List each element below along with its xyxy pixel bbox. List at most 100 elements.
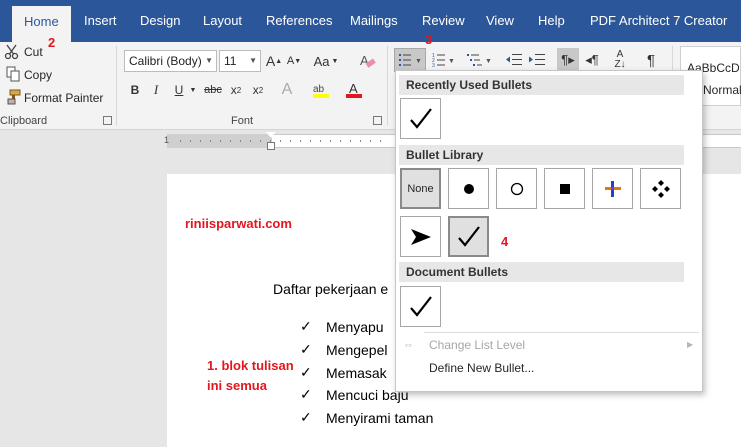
tab-help[interactable]: Help <box>538 0 565 42</box>
bullet-none-option[interactable]: None <box>400 168 441 209</box>
svg-text:▼: ▼ <box>485 58 492 65</box>
list-item[interactable]: Memasak <box>326 365 387 381</box>
copy-button[interactable]: Copy <box>24 68 52 82</box>
document-heading[interactable]: Daftar pekerjaan e <box>273 281 388 297</box>
annotation-4: 4 <box>501 234 509 249</box>
tab-references[interactable]: References <box>266 0 332 42</box>
highlight-icon[interactable]: ab <box>311 80 331 100</box>
change-list-level-label: Change List Level <box>429 338 526 352</box>
italic-button[interactable]: I <box>150 82 162 98</box>
ltr-paragraph-icon[interactable]: ¶▸ <box>557 48 579 72</box>
scissors-icon <box>4 44 20 60</box>
multilevel-list-icon[interactable]: ▼ <box>464 50 494 70</box>
instruction-line-1: 1. blok tulisan <box>207 358 294 373</box>
grow-font-icon[interactable]: A ▲ <box>266 52 282 70</box>
sort-icon[interactable]: A Z↓ <box>610 49 630 71</box>
bullet-hollow-circle-option[interactable] <box>496 168 537 209</box>
superscript-icon[interactable]: x2 <box>250 82 266 98</box>
list-item[interactable]: Menyapu <box>326 319 384 335</box>
strikethrough-button[interactable]: abc <box>204 82 222 98</box>
ribbon-tab-bar: Home Insert Design Layout References Mai… <box>0 0 741 42</box>
format-painter-button[interactable]: Format Painter <box>24 91 103 105</box>
chevron-right-icon: ▶ <box>687 340 694 349</box>
rtl-paragraph-icon[interactable]: ◂¶ <box>582 50 602 70</box>
tab-home[interactable]: Home <box>12 6 71 42</box>
change-list-level-item: ⇔ Change List Level ▶ <box>399 334 699 356</box>
hanging-indent-icon[interactable] <box>267 142 275 150</box>
define-new-bullet-item[interactable]: Define New Bullet... <box>399 357 699 379</box>
check-bullet-icon: ✓ <box>300 318 312 334</box>
font-launcher-icon[interactable] <box>373 116 382 125</box>
tab-mailings[interactable]: Mailings <box>350 0 398 42</box>
tab-view[interactable]: View <box>486 0 514 42</box>
decrease-indent-icon[interactable] <box>504 50 524 70</box>
check-bullet-icon: ✓ <box>300 364 312 380</box>
document-bullet-check[interactable] <box>400 286 441 327</box>
svg-text:3: 3 <box>432 63 435 69</box>
bullet-library-header: Bullet Library <box>399 145 684 165</box>
list-item[interactable]: Menyirami taman <box>326 410 433 426</box>
svg-text:ab: ab <box>313 84 325 95</box>
svg-text:▼: ▼ <box>448 58 455 65</box>
bullet-square-option[interactable] <box>544 168 585 209</box>
instruction-line-2: ini semua <box>207 378 267 393</box>
bullet-arrow-option[interactable] <box>400 216 441 257</box>
menu-separator <box>424 332 699 333</box>
text-effects-icon[interactable]: A <box>278 80 296 100</box>
tab-pdf-architect[interactable]: PDF Architect 7 Creator <box>590 0 727 42</box>
recent-bullets-header: Recently Used Bullets <box>399 75 684 95</box>
bullets-dropdown: Recently Used Bullets Bullet Library Non… <box>395 70 703 392</box>
show-formatting-icon[interactable]: ¶ <box>641 50 661 70</box>
subscript-icon[interactable]: x2 <box>228 82 244 98</box>
clipboard-group-label: Clipboard <box>0 115 48 127</box>
list-level-icon: ⇔ <box>403 339 414 351</box>
underline-button[interactable]: U <box>172 82 186 98</box>
recent-bullet-check[interactable] <box>400 98 441 139</box>
bullet-cross-option[interactable] <box>592 168 633 209</box>
bullet-check-option[interactable] <box>448 216 489 257</box>
define-new-bullet-label: Define New Bullet... <box>429 361 535 375</box>
font-color-icon[interactable]: A <box>344 80 364 100</box>
svg-text:▼: ▼ <box>415 58 422 65</box>
font-group-label: Font <box>231 115 254 127</box>
watermark-text: riniisparwati.com <box>185 216 292 231</box>
list-item[interactable]: Mengepel <box>326 342 388 358</box>
bullet-diamond-option[interactable] <box>640 168 681 209</box>
separator <box>387 46 388 126</box>
change-case-icon[interactable]: Aa ▼ <box>311 52 341 70</box>
document-bullets-header: Document Bullets <box>399 262 684 282</box>
annotation-2: 2 <box>48 35 56 50</box>
chevron-down-icon: ▼ <box>205 56 213 65</box>
font-size-value: 11 <box>224 54 237 68</box>
format-painter-icon <box>5 89 21 105</box>
bullet-filled-circle-option[interactable] <box>448 168 489 209</box>
bullets-button[interactable]: ▼ <box>394 48 426 72</box>
check-bullet-icon: ✓ <box>300 386 312 402</box>
ruler-ticks <box>180 140 390 142</box>
chevron-down-icon[interactable]: ▼ <box>189 84 197 96</box>
tab-layout[interactable]: Layout <box>203 0 242 42</box>
font-size-select[interactable]: 11 ▼ <box>219 50 261 72</box>
increase-indent-icon[interactable] <box>527 50 547 70</box>
chevron-down-icon: ▼ <box>249 56 257 65</box>
clear-formatting-icon[interactable]: A <box>357 51 377 71</box>
none-label: None <box>407 182 434 195</box>
numbering-icon[interactable]: 1 2 3 ▼ <box>430 50 458 70</box>
bold-button[interactable]: B <box>128 82 142 98</box>
indent-marker-icon[interactable] <box>266 132 276 138</box>
tab-design[interactable]: Design <box>140 0 180 42</box>
check-bullet-icon: ✓ <box>300 341 312 357</box>
style-normal-label: Normal <box>703 83 741 97</box>
check-bullet-icon: ✓ <box>300 409 312 425</box>
separator <box>116 46 117 126</box>
annotation-3: 3 <box>425 32 433 47</box>
copy-icon <box>5 66 21 82</box>
ruler-number-1: 1 <box>164 135 170 145</box>
cut-button[interactable]: Cut <box>24 45 43 59</box>
font-name-value: Calibri (Body) <box>129 54 202 68</box>
tab-insert[interactable]: Insert <box>84 0 117 42</box>
shrink-font-icon[interactable]: A ▼ <box>286 52 302 70</box>
clipboard-launcher-icon[interactable] <box>103 116 112 125</box>
svg-text:A: A <box>349 81 358 96</box>
font-name-select[interactable]: Calibri (Body) ▼ <box>124 50 217 72</box>
